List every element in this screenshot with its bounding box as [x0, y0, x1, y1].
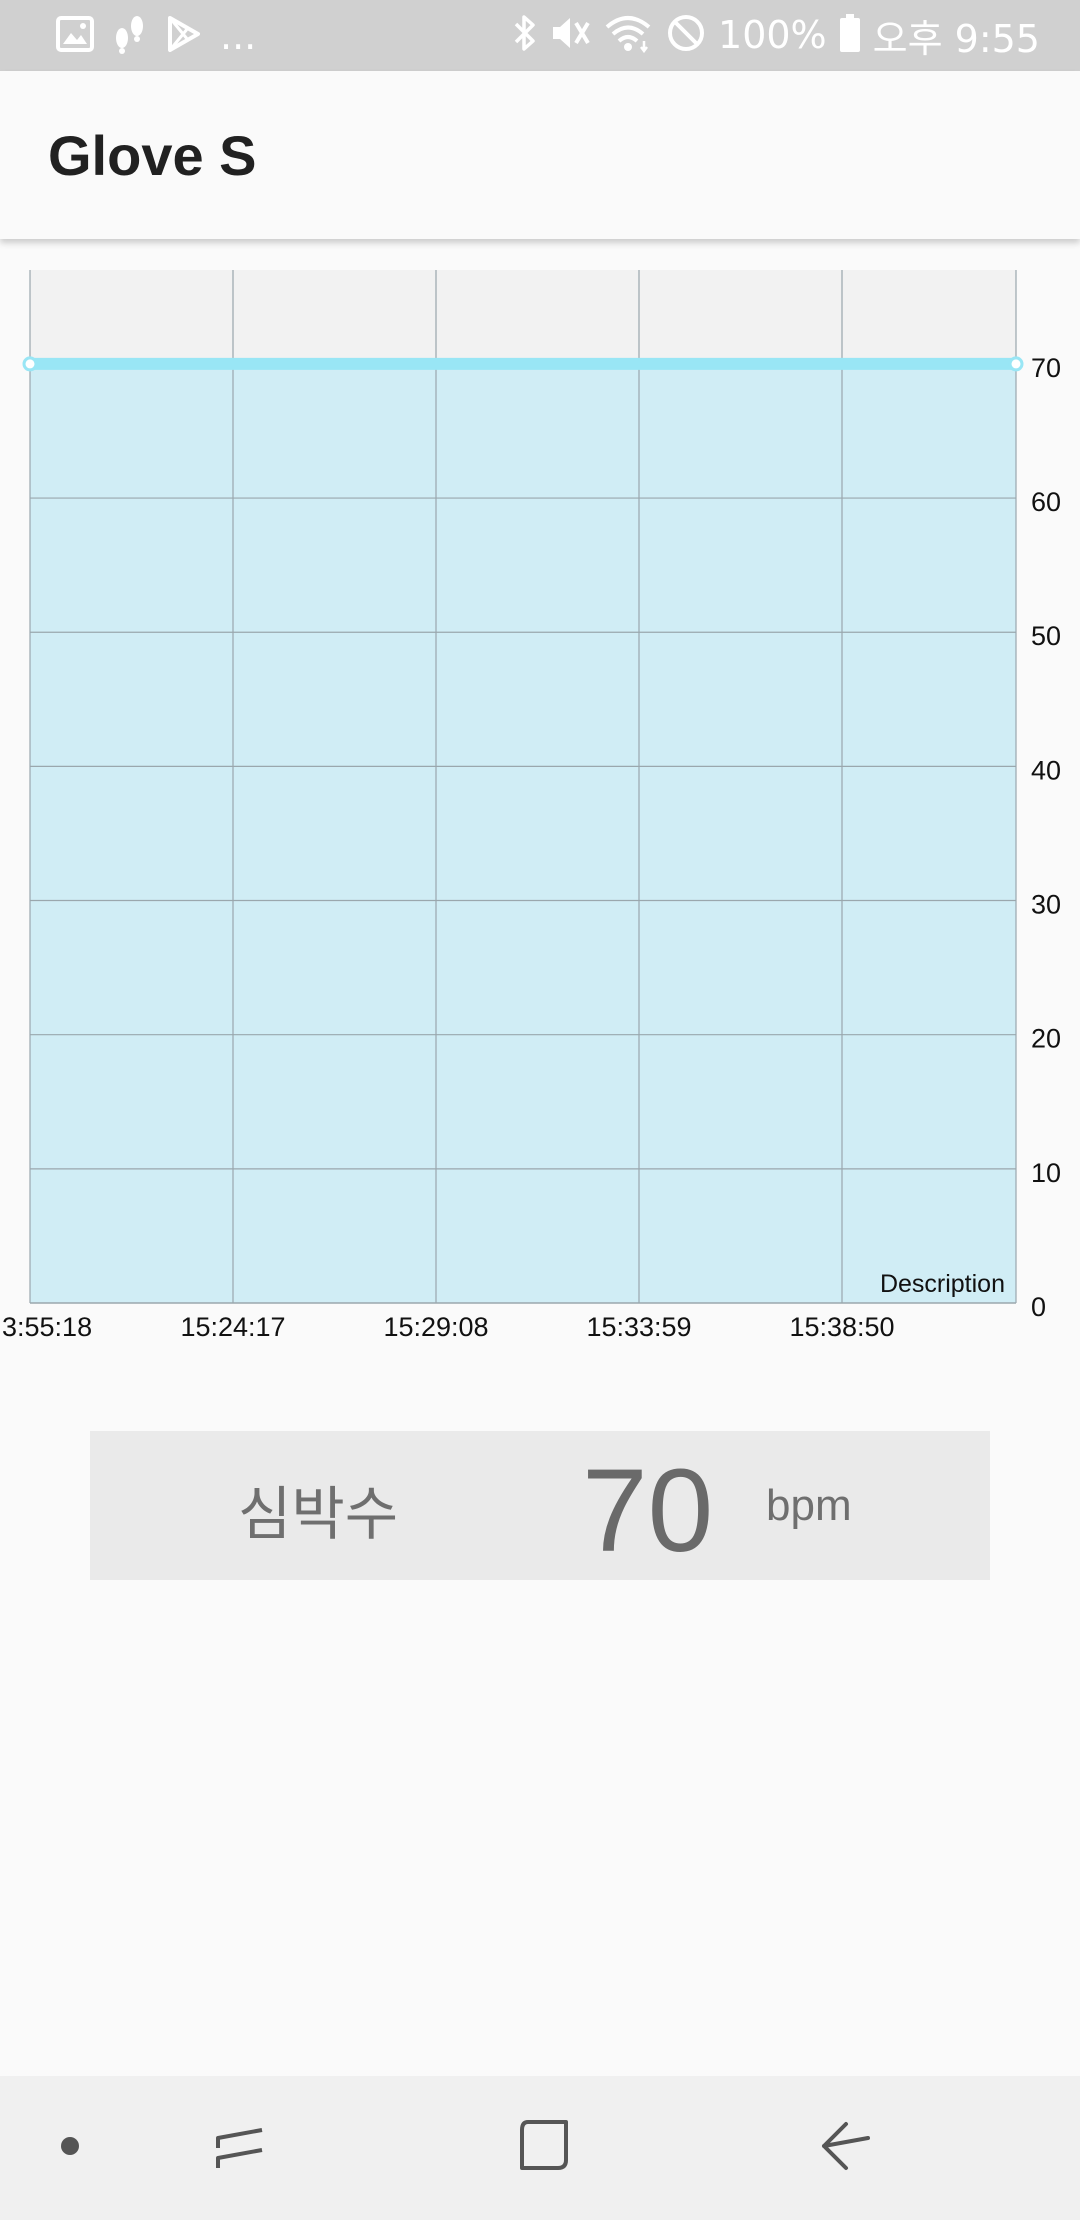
app-bar: Glove S: [0, 71, 1080, 239]
notification-area: ...: [56, 14, 256, 58]
image-icon: [56, 15, 94, 57]
x-tick-label: 15:33:59: [586, 1312, 691, 1342]
heart-rate-chart[interactable]: 70 60 50 40 30 20 10 0 3:55:18 15:24:17 15:29:08 15…: [0, 240, 1080, 1360]
back-button[interactable]: [776, 2076, 916, 2220]
y-tick-label: 30: [1031, 890, 1061, 920]
x-tick-label: 15:38:50: [789, 1312, 894, 1342]
heart-rate-unit: bpm: [766, 1481, 852, 1530]
x-tick-label: 15:29:08: [383, 1312, 488, 1342]
bluetooth-icon: [512, 13, 538, 58]
y-tick-label: 50: [1031, 621, 1061, 651]
do-not-disturb-icon: [666, 13, 706, 58]
heart-rate-card: 심박수 70 bpm: [90, 1431, 990, 1580]
data-point: [1008, 356, 1024, 372]
recent-apps-icon: [214, 2118, 266, 2179]
notification-overflow: ...: [220, 14, 257, 58]
recent-apps-button[interactable]: [170, 2076, 310, 2220]
x-tick-label: 3:55:18: [2, 1312, 92, 1342]
dot-button[interactable]: [0, 2076, 140, 2220]
heart-rate-value: 70: [582, 1445, 714, 1577]
chart-description: Description: [880, 1270, 1005, 1298]
data-point: [22, 356, 38, 372]
home-button[interactable]: [474, 2076, 614, 2220]
series-area-fill: [30, 363, 1016, 1304]
status-bar: ... 100% 오후 9:55: [0, 0, 1080, 71]
y-tick-label: 10: [1031, 1158, 1061, 1188]
battery-icon: [839, 13, 861, 58]
x-tick-label: 15:24:17: [180, 1312, 285, 1342]
dot-icon: [60, 2136, 80, 2161]
back-icon: [818, 2118, 874, 2179]
heart-rate-label: 심박수: [238, 1480, 399, 1548]
home-icon: [516, 2118, 572, 2179]
y-tick-label: 40: [1031, 755, 1061, 785]
play-store-icon: [166, 15, 202, 58]
chart-canvas[interactable]: 70 60 50 40 30 20 10 0 3:55:18 15:24:17 15:29:08 15…: [0, 240, 1080, 1360]
wifi-icon: [604, 13, 654, 58]
battery-percent: 100%: [718, 13, 827, 57]
navigation-bar: [0, 2076, 1080, 2220]
system-status-area: 100% 오후 9:55: [512, 10, 1040, 61]
y-tick-label: 70: [1031, 353, 1061, 383]
y-tick-label: 0: [1031, 1292, 1046, 1322]
page-title: Glove S: [48, 124, 257, 187]
y-tick-label: 20: [1031, 1024, 1061, 1054]
footprints-icon: [112, 14, 148, 59]
y-tick-label: 60: [1031, 487, 1061, 517]
clock: 오후 9:55: [872, 16, 1040, 61]
mute-icon: [550, 13, 592, 58]
